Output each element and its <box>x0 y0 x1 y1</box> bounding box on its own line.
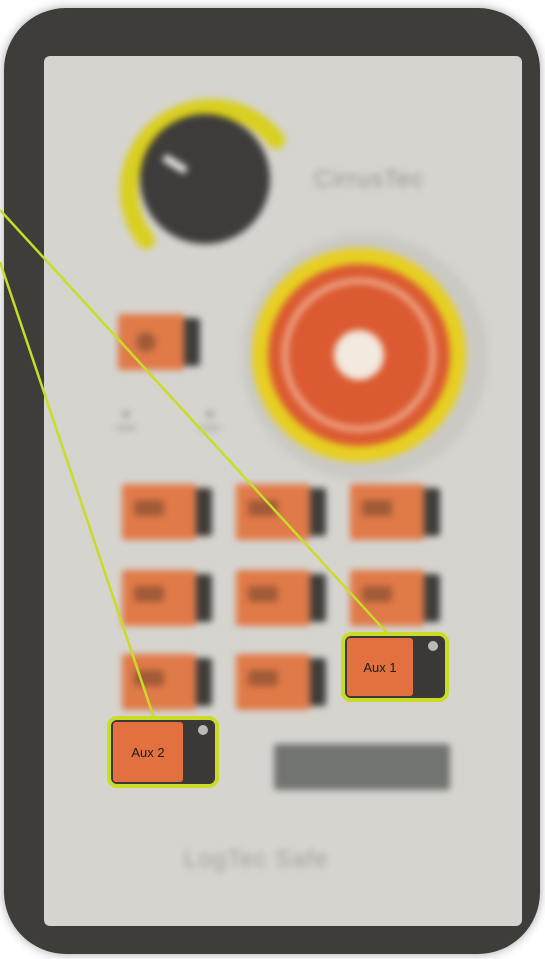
aux-2-button[interactable]: Aux 2 <box>107 716 219 788</box>
aux-1-led-icon <box>428 641 438 651</box>
aux-2-led-icon <box>198 725 208 735</box>
aux-1-button[interactable]: Aux 1 <box>341 632 449 702</box>
callout-lines <box>0 209 389 719</box>
aux-2-label: Aux 2 <box>113 722 183 782</box>
aux-1-label: Aux 1 <box>347 638 413 696</box>
callout-line-aux2 <box>0 261 156 719</box>
callout-line-aux1 <box>0 209 389 635</box>
